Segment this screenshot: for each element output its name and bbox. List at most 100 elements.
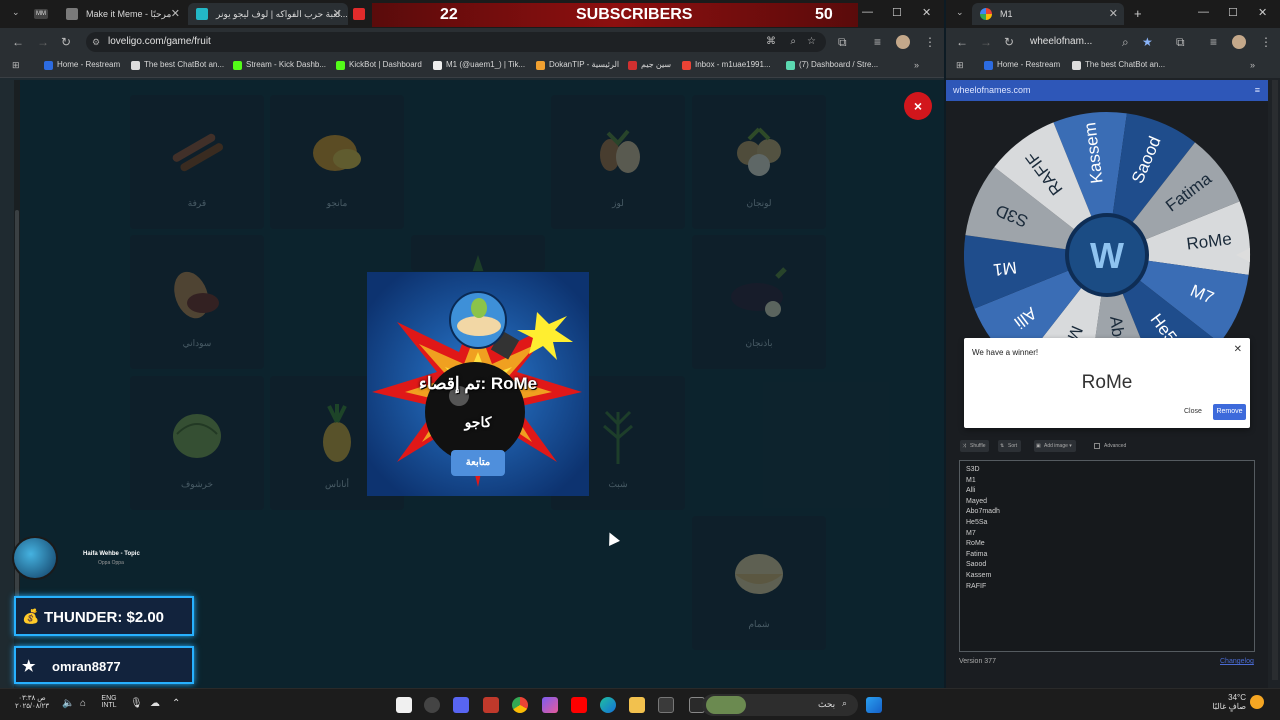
close-button[interactable]: Close <box>1184 408 1202 415</box>
speaker-icon[interactable]: 🔈 <box>62 698 74 709</box>
youtube-icon <box>353 8 365 20</box>
profile-avatar[interactable] <box>896 35 910 49</box>
forward-icon[interactable]: → <box>37 35 49 49</box>
close-game-button[interactable]: × <box>904 92 932 120</box>
bookmark-dashboard[interactable]: (7) Dashboard / Stre... <box>786 60 879 70</box>
minimize-icon[interactable]: — <box>862 6 873 18</box>
name-wheel[interactable]: KassemSaoodFatimaRoMeM7He5SaAbo7madhMaye… <box>964 110 1254 340</box>
bookmark-gmail[interactable]: Inbox - m1uae1991... <box>682 60 771 70</box>
close-tab-icon[interactable]: ✕ <box>171 3 180 25</box>
apps-grid-icon[interactable]: ⊞ <box>956 60 964 71</box>
bookmark-kick-dashboard[interactable]: Stream - Kick Dashb... <box>233 60 326 70</box>
microphone-icon[interactable]: 🎙 <box>130 698 143 709</box>
forward-icon[interactable]: → <box>980 35 992 49</box>
tab-m1[interactable]: M1 ✕ <box>972 3 1124 25</box>
tab-youtube[interactable] <box>350 3 370 25</box>
sort-button[interactable]: ⇅ Sort <box>998 440 1022 452</box>
extensions-icon[interactable]: ⧉ <box>1176 35 1185 50</box>
store-icon[interactable] <box>658 697 674 713</box>
bookmark-star-icon[interactable]: ★ <box>1142 35 1153 49</box>
bookmark-seen-jeem[interactable]: سين جيم <box>628 60 671 70</box>
close-dialog-icon[interactable]: ✕ <box>1234 344 1242 355</box>
bookmark-dokantip[interactable]: DokanTIP - الرئيسية <box>536 60 619 70</box>
scrollbar[interactable] <box>1272 80 1278 680</box>
tab-search-icon[interactable]: ⌄ <box>956 7 964 18</box>
tab-group-icon[interactable]: MM <box>34 9 48 19</box>
bookmark-restream[interactable]: Home - Restream <box>44 60 121 70</box>
new-tab-icon[interactable]: + <box>1134 6 1142 21</box>
right-browser-window: ⌄ M1 ✕ + — ☐ ✕ ← → ↻ wheelofnam... ⌕ ★ ⧉… <box>946 0 1280 688</box>
bookmark-star-icon[interactable]: ☆ <box>807 32 816 52</box>
bookmark-chatbot[interactable]: The best ChatBot an... <box>131 60 224 70</box>
bookmark-chatbot[interactable]: The best ChatBot an... <box>1072 60 1165 70</box>
start-menu-icon[interactable] <box>866 697 882 713</box>
wheel-of-names-page: wheelofnames.com ≡ Kassem Saood Fatima RoMe… <box>946 80 1268 688</box>
maximize-icon[interactable]: ☐ <box>1228 6 1238 19</box>
tab-make-it-meme[interactable]: Make it Meme - مرحبًا ✕ <box>58 3 186 25</box>
address-bar-row: ← → ↻ wheelofnam... ⌕ ★ ⧉ ≡ ⋮ <box>946 28 1280 56</box>
menu-icon[interactable]: ⋮ <box>1260 35 1272 49</box>
clock[interactable]: ۰۳:۳۸ ص ۲۰۲۵/۰۸/۲۳ <box>12 694 52 710</box>
media-control-icon[interactable]: ≡ <box>874 35 881 49</box>
shuffle-button[interactable]: ⤨ Shuffle <box>960 440 990 452</box>
hamburger-menu-icon[interactable]: ≡ <box>1255 80 1260 101</box>
file-explorer-icon[interactable] <box>629 697 645 713</box>
star-icon: ★ <box>22 658 36 675</box>
tab-favicon <box>66 8 78 20</box>
onedrive-icon[interactable]: ☁ <box>150 698 160 709</box>
search-icon: ⌕ <box>842 698 848 708</box>
app-icon[interactable] <box>483 697 499 713</box>
checkbox-box[interactable] <box>1094 443 1100 449</box>
more-bookmarks-icon[interactable]: » <box>1250 60 1255 70</box>
obs-icon[interactable] <box>424 697 440 713</box>
show-hidden-icons-icon[interactable]: ⌃ <box>172 698 180 709</box>
entries-textarea[interactable]: S3D M1 Alli Mayed Abo7madh He5Sa M7 RoMe Fatima S… <box>959 460 1255 652</box>
edge-icon[interactable] <box>600 697 616 713</box>
minimize-icon[interactable]: — <box>1198 6 1209 18</box>
language-indicator[interactable]: ENG INTL <box>98 695 120 709</box>
close-tab-icon[interactable]: ✕ <box>1109 3 1118 25</box>
network-icon[interactable]: ⌂ <box>80 698 86 709</box>
tab-search-icon[interactable]: ⌄ <box>12 7 20 18</box>
apps-grid-icon[interactable]: ⊞ <box>12 60 20 71</box>
bookmark-restream[interactable]: Home - Restream <box>984 60 1060 70</box>
menu-icon[interactable]: ⋮ <box>924 35 936 49</box>
bookmark-label: (7) Dashboard / Stre... <box>799 60 879 69</box>
url-field[interactable]: wheelofnam... <box>1030 32 1150 52</box>
more-bookmarks-icon[interactable]: » <box>914 60 919 70</box>
media-control-icon[interactable]: ≡ <box>1210 35 1217 49</box>
remove-button[interactable]: Remove <box>1213 404 1246 420</box>
youtube-icon[interactable] <box>571 697 587 713</box>
tab-fruit-game[interactable]: لعبة حرب الفواكه | لوف ليجو يونر... ✕ <box>188 3 348 25</box>
add-image-button[interactable]: ▣ Add image ▾ <box>1034 440 1076 452</box>
bookmark-tiktok[interactable]: M1 (@uaem1_) | Tik... <box>433 60 525 70</box>
app-icon[interactable] <box>396 697 412 713</box>
changelog-link[interactable]: Changelog <box>1220 658 1254 665</box>
site-info-icon[interactable]: ⚙ <box>92 32 100 52</box>
bookmark-label: Home - Restream <box>57 60 121 69</box>
close-window-icon[interactable]: ✕ <box>922 6 931 19</box>
advanced-checkbox[interactable]: Advanced <box>1094 440 1130 452</box>
donation-alert: 💰 THUNDER: $2.00 <box>14 596 194 636</box>
zoom-icon[interactable]: ⌕ <box>790 32 796 52</box>
maximize-icon[interactable]: ☐ <box>892 6 902 19</box>
close-tab-icon[interactable]: ✕ <box>333 3 342 25</box>
zoom-icon[interactable]: ⌕ <box>1122 35 1129 50</box>
bookmark-kickbot[interactable]: KickBot | Dashboard <box>336 60 422 70</box>
chrome-icon[interactable] <box>512 697 528 713</box>
url-field[interactable]: ⚙ loveligo.com/game/fruit ⌘ ⌕ ☆ <box>86 32 826 52</box>
copilot-icon[interactable] <box>542 697 558 713</box>
translate-icon[interactable]: ⌘ <box>766 32 776 52</box>
back-icon[interactable]: ← <box>12 35 24 49</box>
discord-icon[interactable] <box>453 697 469 713</box>
taskbar-search[interactable]: بحث ⌕ <box>702 694 858 716</box>
continue-button[interactable]: متابعة <box>451 450 505 476</box>
sort-icon: ⇅ <box>1000 443 1005 449</box>
back-icon[interactable]: ← <box>956 35 968 49</box>
weather-widget[interactable]: 34°C صافٍ غالبًا <box>1206 693 1246 711</box>
extensions-icon[interactable]: ⧉ <box>838 35 847 50</box>
reload-icon[interactable]: ↻ <box>1004 35 1014 49</box>
profile-avatar[interactable] <box>1232 35 1246 49</box>
close-window-icon[interactable]: ✕ <box>1258 6 1267 19</box>
reload-icon[interactable]: ↻ <box>61 35 71 49</box>
